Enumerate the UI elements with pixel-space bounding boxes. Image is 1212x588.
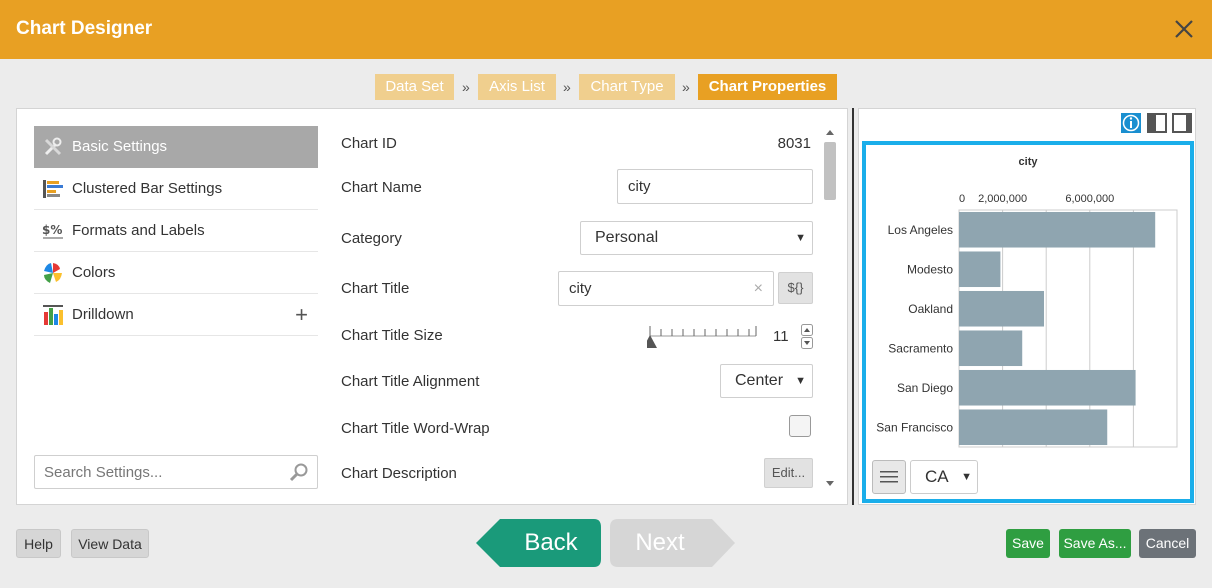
dropdown-arrow-icon: ▼	[795, 232, 806, 244]
chart-menu-button[interactable]	[872, 460, 906, 494]
settings-search	[34, 455, 318, 489]
category-value: Personal	[595, 229, 659, 246]
scroll-down-icon	[826, 481, 834, 486]
menu-item-drilldown[interactable]: Drilldown +	[34, 294, 318, 336]
chart-canvas: city 0 2,000,000 6,000,000 Los Angeles Modest…	[876, 156, 1178, 448]
category-label: San Diego	[897, 381, 953, 395]
filter-select[interactable]: CA ▼	[910, 460, 978, 494]
wizard-step-data-set[interactable]: Data Set	[375, 74, 454, 100]
view-data-button[interactable]: View Data	[71, 529, 149, 558]
chart-title-label: Chart Title	[341, 280, 410, 297]
menu-item-basic-settings[interactable]: Basic Settings	[34, 126, 318, 168]
properties-panel: Basic Settings Clustered Bar Settings $%…	[16, 108, 848, 505]
tools-icon	[44, 137, 62, 156]
title-size-stepper[interactable]: 11	[763, 324, 813, 350]
category-label: Los Angeles	[888, 223, 953, 237]
chart-id-label: Chart ID	[341, 135, 397, 152]
category-label: Oakland	[908, 302, 953, 316]
next-button: Next	[635, 529, 685, 556]
title-size-slider[interactable]	[647, 322, 759, 350]
category-label: Sacramento	[888, 341, 953, 355]
menu-item-label: Clustered Bar Settings	[72, 180, 223, 197]
info-icon[interactable]	[1121, 113, 1141, 133]
scrollbar-thumb	[824, 142, 836, 200]
chart-description-label: Chart Description	[341, 465, 457, 482]
wizard-step-chart-properties[interactable]: Chart Properties	[698, 74, 837, 100]
drilldown-icon	[43, 305, 63, 325]
menu-item-colors[interactable]: Colors	[34, 252, 318, 294]
x-tick-label: 6,000,000	[1065, 193, 1114, 205]
back-button[interactable]: Back	[500, 519, 602, 567]
title-size-value: 11	[773, 328, 789, 345]
chart-frame: city 0 2,000,000 6,000,000 Los Angeles Modest…	[862, 141, 1194, 503]
wizard-separator: »	[682, 79, 690, 95]
x-tick-label: 0	[959, 193, 965, 205]
menu-item-label: Basic Settings	[72, 138, 168, 155]
bar	[959, 330, 1023, 367]
bar-chart-icon	[43, 180, 63, 198]
category-select[interactable]: Personal ▼	[580, 221, 813, 255]
dropdown-arrow-icon: ▼	[961, 471, 972, 483]
bar	[959, 251, 1001, 288]
clear-icon[interactable]: ×	[754, 272, 763, 305]
alignment-value: Center	[735, 372, 784, 389]
filter-value: CA	[925, 467, 949, 486]
dock-panel-icon[interactable]	[1147, 113, 1167, 133]
stepper-arrows-icon[interactable]	[801, 324, 813, 350]
chart-name-input[interactable]: city	[617, 169, 813, 204]
bar	[959, 409, 1108, 446]
menu-item-label: Drilldown	[72, 306, 134, 323]
save-button[interactable]: Save	[1006, 529, 1050, 558]
alignment-select[interactable]: Center ▼	[720, 364, 813, 398]
chart-title-input[interactable]: city ×	[558, 271, 774, 306]
bar	[959, 211, 1156, 248]
chart-title-value: city	[569, 280, 592, 297]
chart-title: city	[1019, 156, 1039, 168]
edit-description-button[interactable]: Edit...	[764, 458, 813, 488]
close-icon[interactable]	[1172, 16, 1196, 42]
save-as-button[interactable]: Save As...	[1059, 529, 1131, 558]
chart-title-word-wrap-label: Chart Title Word-Wrap	[341, 420, 490, 437]
bar	[959, 369, 1136, 406]
window-title: Chart Designer	[16, 18, 153, 39]
help-button[interactable]: Help	[16, 529, 61, 558]
chart-id-value: 8031	[777, 135, 811, 152]
search-icon[interactable]	[289, 462, 309, 482]
menu-item-clustered-bar-settings[interactable]: Clustered Bar Settings	[34, 168, 318, 210]
wizard-separator: »	[563, 79, 571, 95]
chart-title-size-label: Chart Title Size	[341, 327, 443, 344]
menu-item-label: Colors	[72, 264, 116, 281]
category-label: Category	[341, 230, 402, 247]
svg-text:$%: $%	[42, 223, 62, 237]
dollar-percent-icon: $%	[42, 223, 63, 239]
scroll-up-icon	[826, 130, 834, 135]
x-tick-label: 2,000,000	[978, 193, 1027, 205]
search-input[interactable]	[35, 456, 275, 488]
expression-button[interactable]: ${}	[778, 272, 813, 304]
chart-title-alignment-label: Chart Title Alignment	[341, 373, 480, 390]
panel-splitter[interactable]	[852, 108, 854, 505]
word-wrap-checkbox[interactable]	[789, 415, 811, 437]
expand-icon[interactable]: +	[295, 294, 308, 336]
chart-name-label: Chart Name	[341, 179, 422, 196]
color-wheel-icon	[44, 263, 62, 283]
chart-preview-panel: city 0 2,000,000 6,000,000 Los Angeles Modest…	[858, 108, 1196, 505]
bar	[959, 290, 1045, 327]
category-label: Modesto	[907, 262, 953, 276]
slider-thumb[interactable]	[647, 335, 657, 348]
title-bar: Chart Designer	[0, 0, 1212, 59]
cancel-button[interactable]: Cancel	[1139, 529, 1196, 558]
menu-item-label: Formats and Labels	[72, 222, 205, 239]
menu-item-formats-and-labels[interactable]: $% Formats and Labels	[34, 210, 318, 252]
wizard-step-chart-type[interactable]: Chart Type	[579, 74, 675, 100]
category-label: San Francisco	[876, 420, 953, 434]
wizard-separator: »	[462, 79, 470, 95]
wizard-step-axis-list[interactable]: Axis List	[478, 74, 556, 100]
properties-scrollbar[interactable]	[823, 127, 837, 489]
dropdown-arrow-icon: ▼	[795, 375, 806, 387]
hamburger-icon	[880, 471, 898, 483]
expand-preview-icon[interactable]	[1172, 113, 1192, 133]
settings-menu: Basic Settings Clustered Bar Settings $%…	[34, 126, 318, 336]
